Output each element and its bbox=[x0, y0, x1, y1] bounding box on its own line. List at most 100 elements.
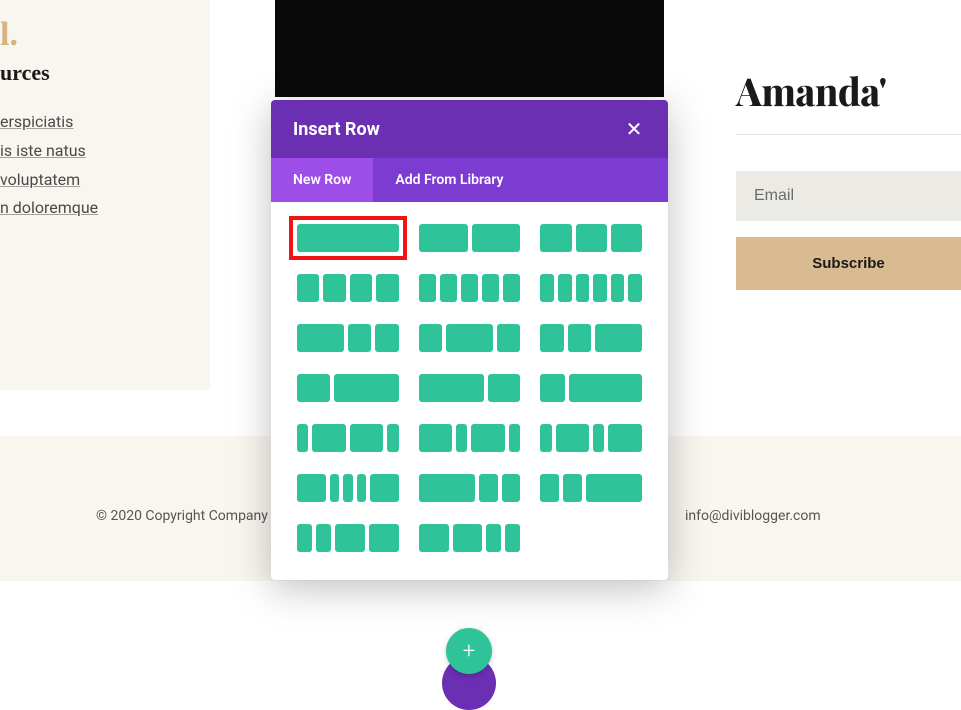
column-block bbox=[461, 274, 478, 302]
column-block bbox=[540, 274, 554, 302]
modal-tabs: New Row Add From Library bbox=[271, 158, 668, 202]
right-column: Amanda' Subscribe bbox=[736, 65, 961, 290]
column-block bbox=[440, 274, 457, 302]
row-layout-option[interactable] bbox=[419, 374, 521, 402]
site-title: Amanda' bbox=[736, 65, 961, 116]
column-block bbox=[323, 274, 345, 302]
column-block bbox=[563, 474, 582, 502]
column-block bbox=[297, 224, 399, 252]
column-block bbox=[343, 474, 353, 502]
list-item[interactable]: voluptatem bbox=[0, 166, 210, 195]
column-block bbox=[297, 524, 312, 552]
email-field[interactable] bbox=[736, 171, 961, 221]
column-block bbox=[569, 374, 642, 402]
row-layout-option[interactable] bbox=[419, 274, 521, 302]
column-block bbox=[348, 324, 371, 352]
column-block bbox=[419, 474, 475, 502]
column-block bbox=[369, 524, 399, 552]
modal-title: Insert Row bbox=[293, 119, 380, 140]
column-block bbox=[540, 424, 551, 452]
column-block bbox=[330, 474, 340, 502]
close-icon[interactable]: ✕ bbox=[622, 117, 646, 141]
column-block bbox=[419, 324, 442, 352]
row-layout-option[interactable] bbox=[419, 224, 521, 252]
row-layout-option[interactable] bbox=[297, 274, 399, 302]
column-block bbox=[297, 424, 308, 452]
section-background bbox=[275, 0, 664, 97]
column-block bbox=[586, 474, 642, 502]
row-layout-option[interactable] bbox=[297, 324, 399, 352]
row-layout-option[interactable] bbox=[419, 424, 521, 452]
row-layout-option[interactable] bbox=[297, 424, 399, 452]
left-heading-accent: l. bbox=[0, 18, 210, 52]
column-block bbox=[297, 474, 326, 502]
column-block bbox=[453, 524, 483, 552]
subscribe-button[interactable]: Subscribe bbox=[736, 237, 961, 290]
row-layout-option[interactable] bbox=[540, 324, 642, 352]
column-block bbox=[488, 374, 521, 402]
column-block bbox=[509, 424, 520, 452]
row-layout-option[interactable] bbox=[540, 224, 642, 252]
left-sidebar: l. urces erspiciatis is iste natus volup… bbox=[0, 0, 210, 390]
column-block bbox=[628, 274, 642, 302]
list-item[interactable]: n doloremque bbox=[0, 194, 210, 223]
list-item[interactable]: erspiciatis bbox=[0, 108, 210, 137]
column-block bbox=[595, 324, 642, 352]
column-block bbox=[297, 274, 319, 302]
column-block bbox=[297, 324, 344, 352]
column-block bbox=[419, 274, 436, 302]
column-block bbox=[608, 424, 642, 452]
left-list: erspiciatis is iste natus voluptatem n d… bbox=[0, 108, 210, 223]
column-block bbox=[375, 324, 398, 352]
column-block bbox=[472, 224, 521, 252]
row-layout-option[interactable] bbox=[540, 424, 642, 452]
column-block bbox=[350, 274, 372, 302]
column-block bbox=[502, 474, 521, 502]
plus-icon: + bbox=[463, 639, 475, 664]
left-heading: urces bbox=[0, 60, 210, 86]
footer-copyright: © 2020 Copyright Company bbox=[96, 508, 268, 524]
row-layout-option[interactable] bbox=[297, 374, 399, 402]
insert-row-modal: Insert Row ✕ New Row Add From Library bbox=[271, 100, 668, 580]
column-block bbox=[312, 424, 346, 452]
row-layout-option[interactable] bbox=[297, 524, 399, 552]
row-layout-option[interactable] bbox=[297, 474, 399, 502]
column-block bbox=[568, 324, 591, 352]
column-block bbox=[350, 424, 384, 452]
row-layout-option[interactable] bbox=[419, 324, 521, 352]
column-block bbox=[479, 474, 498, 502]
column-block bbox=[540, 374, 564, 402]
column-block bbox=[558, 274, 572, 302]
row-layout-option[interactable] bbox=[419, 524, 521, 552]
row-layout-option[interactable] bbox=[419, 474, 521, 502]
column-block bbox=[503, 274, 520, 302]
column-block bbox=[593, 424, 604, 452]
column-block bbox=[334, 374, 399, 402]
column-block bbox=[297, 374, 330, 402]
column-block bbox=[357, 474, 367, 502]
column-block bbox=[419, 224, 468, 252]
tab-add-from-library[interactable]: Add From Library bbox=[373, 158, 525, 202]
row-layout-option[interactable] bbox=[540, 374, 642, 402]
column-block bbox=[540, 474, 559, 502]
add-section-button[interactable]: + bbox=[446, 628, 492, 674]
column-block bbox=[335, 524, 365, 552]
column-block bbox=[376, 274, 398, 302]
column-block bbox=[387, 424, 398, 452]
column-block bbox=[556, 424, 590, 452]
column-block bbox=[419, 424, 453, 452]
row-layout-option[interactable] bbox=[297, 224, 399, 252]
column-block bbox=[576, 274, 590, 302]
row-layout-option[interactable] bbox=[540, 474, 642, 502]
column-block bbox=[593, 274, 607, 302]
divider bbox=[736, 134, 961, 135]
column-block bbox=[505, 524, 520, 552]
column-block bbox=[576, 224, 607, 252]
list-item[interactable]: is iste natus bbox=[0, 137, 210, 166]
tab-new-row[interactable]: New Row bbox=[271, 158, 373, 202]
row-layout-option[interactable] bbox=[540, 274, 642, 302]
column-block bbox=[446, 324, 493, 352]
column-block bbox=[611, 224, 642, 252]
column-block bbox=[456, 424, 467, 452]
column-block bbox=[497, 324, 520, 352]
